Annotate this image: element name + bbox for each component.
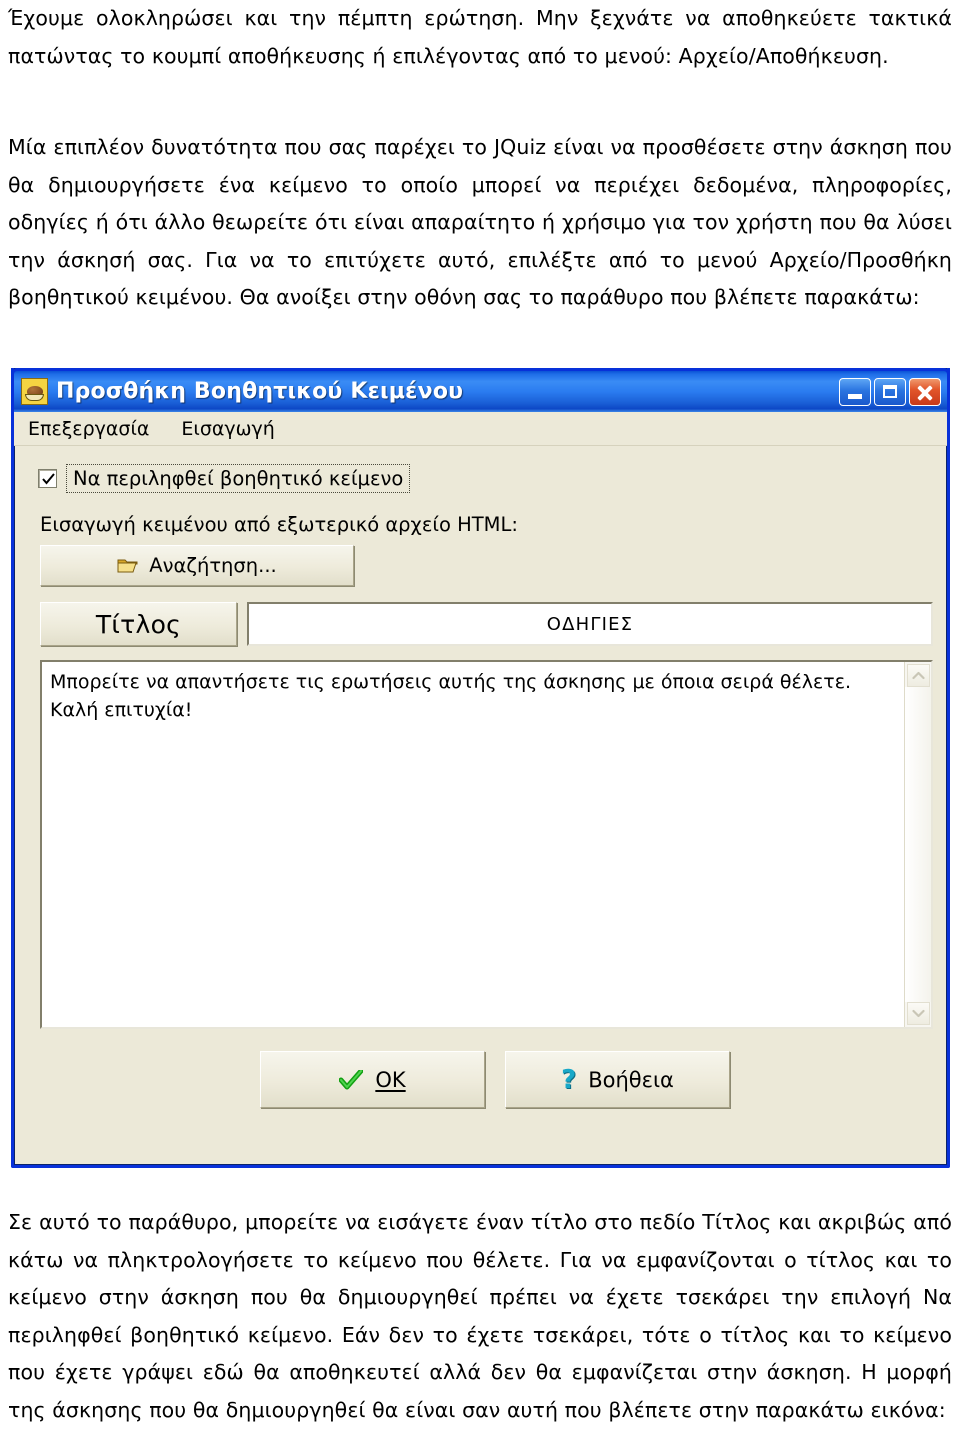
minimize-icon[interactable] bbox=[839, 377, 871, 406]
chevron-up-icon[interactable] bbox=[906, 664, 930, 687]
title-input[interactable]: ΟΔΗΓΙΕΣ bbox=[247, 602, 933, 646]
title-button[interactable]: Τίτλος bbox=[40, 602, 237, 646]
open-folder-icon bbox=[117, 557, 139, 575]
include-reading-text-row[interactable]: Να περιληφθεί βοηθητικό κείμενο bbox=[38, 464, 933, 493]
reading-text-line-2: Καλή επιτυχία! bbox=[50, 699, 193, 721]
dialog-titlebar[interactable]: Προσθήκη Βοηθητικού Κειμένου bbox=[11, 368, 950, 412]
green-check-icon bbox=[339, 1069, 364, 1090]
vertical-scrollbar[interactable] bbox=[904, 662, 931, 1027]
paragraph-text: Έχουμε ολοκληρώσει και την πέμπτη ερώτησ… bbox=[8, 6, 952, 68]
import-html-label: Εισαγωγή κειμένου από εξωτερικό αρχείο H… bbox=[40, 513, 518, 536]
reading-text-area[interactable]: Μπορείτε να απαντήσετε τις ερωτήσεις αυτ… bbox=[40, 660, 933, 1029]
menu-item-insert[interactable]: Εισαγωγή bbox=[177, 416, 288, 442]
help-button[interactable]: ? Βοήθεια bbox=[505, 1051, 730, 1108]
closing-paragraph: Σε αυτό το παράθυρο, μπορείτε να εισάγετ… bbox=[8, 1204, 952, 1429]
dialog-title: Προσθήκη Βοηθητικού Κειμένου bbox=[56, 379, 464, 404]
ok-button-label: OK bbox=[375, 1067, 406, 1092]
dialog-menubar: Επεξεργασία Εισαγωγή bbox=[14, 412, 947, 446]
intro-paragraph-jquiz-feature: Μία επιπλέον δυνατότητα που σας παρέχει … bbox=[8, 129, 952, 317]
include-reading-text-checkbox[interactable] bbox=[38, 469, 57, 488]
scrollbar-track[interactable] bbox=[905, 687, 931, 1002]
ok-button[interactable]: OK bbox=[260, 1051, 485, 1108]
reading-text-content[interactable]: Μπορείτε να απαντήσετε τις ερωτήσεις αυτ… bbox=[42, 662, 904, 1027]
question-mark-icon: ? bbox=[561, 1064, 577, 1095]
window-controls bbox=[839, 377, 941, 406]
paragraph-text: Μία επιπλέον δυνατότητα που σας παρέχει … bbox=[8, 135, 952, 309]
reading-text-line-1: Μπορείτε να απαντήσετε τις ερωτήσεις αυτ… bbox=[50, 671, 852, 693]
add-reading-text-dialog: Προσθήκη Βοηθητικού Κειμένου Επεξεργασία… bbox=[11, 368, 950, 1168]
help-button-label: Βοήθεια bbox=[588, 1067, 674, 1092]
close-icon[interactable] bbox=[909, 377, 941, 406]
dialog-client-area: Να περιληφθεί βοηθητικό κείμενο Εισαγωγή… bbox=[14, 446, 947, 1166]
chevron-down-icon[interactable] bbox=[906, 1002, 930, 1025]
include-reading-text-label: Να περιληφθεί βοηθητικό κείμενο bbox=[66, 464, 411, 493]
title-field-row: Τίτλος ΟΔΗΓΙΕΣ bbox=[40, 602, 933, 646]
browse-button[interactable]: Αναζήτηση... bbox=[40, 545, 354, 586]
bread-roll-icon bbox=[21, 378, 48, 405]
intro-paragraph-save-reminder: Έχουμε ολοκληρώσει και την πέμπτη ερώτησ… bbox=[8, 0, 952, 75]
maximize-icon[interactable] bbox=[874, 377, 906, 406]
menu-item-edit[interactable]: Επεξεργασία bbox=[24, 416, 163, 442]
dialog-footer-buttons: OK ? Βοήθεια bbox=[28, 1051, 933, 1108]
browse-button-label: Αναζήτηση... bbox=[149, 554, 277, 577]
paragraph-text: Σε αυτό το παράθυρο, μπορείτε να εισάγετ… bbox=[8, 1210, 952, 1422]
